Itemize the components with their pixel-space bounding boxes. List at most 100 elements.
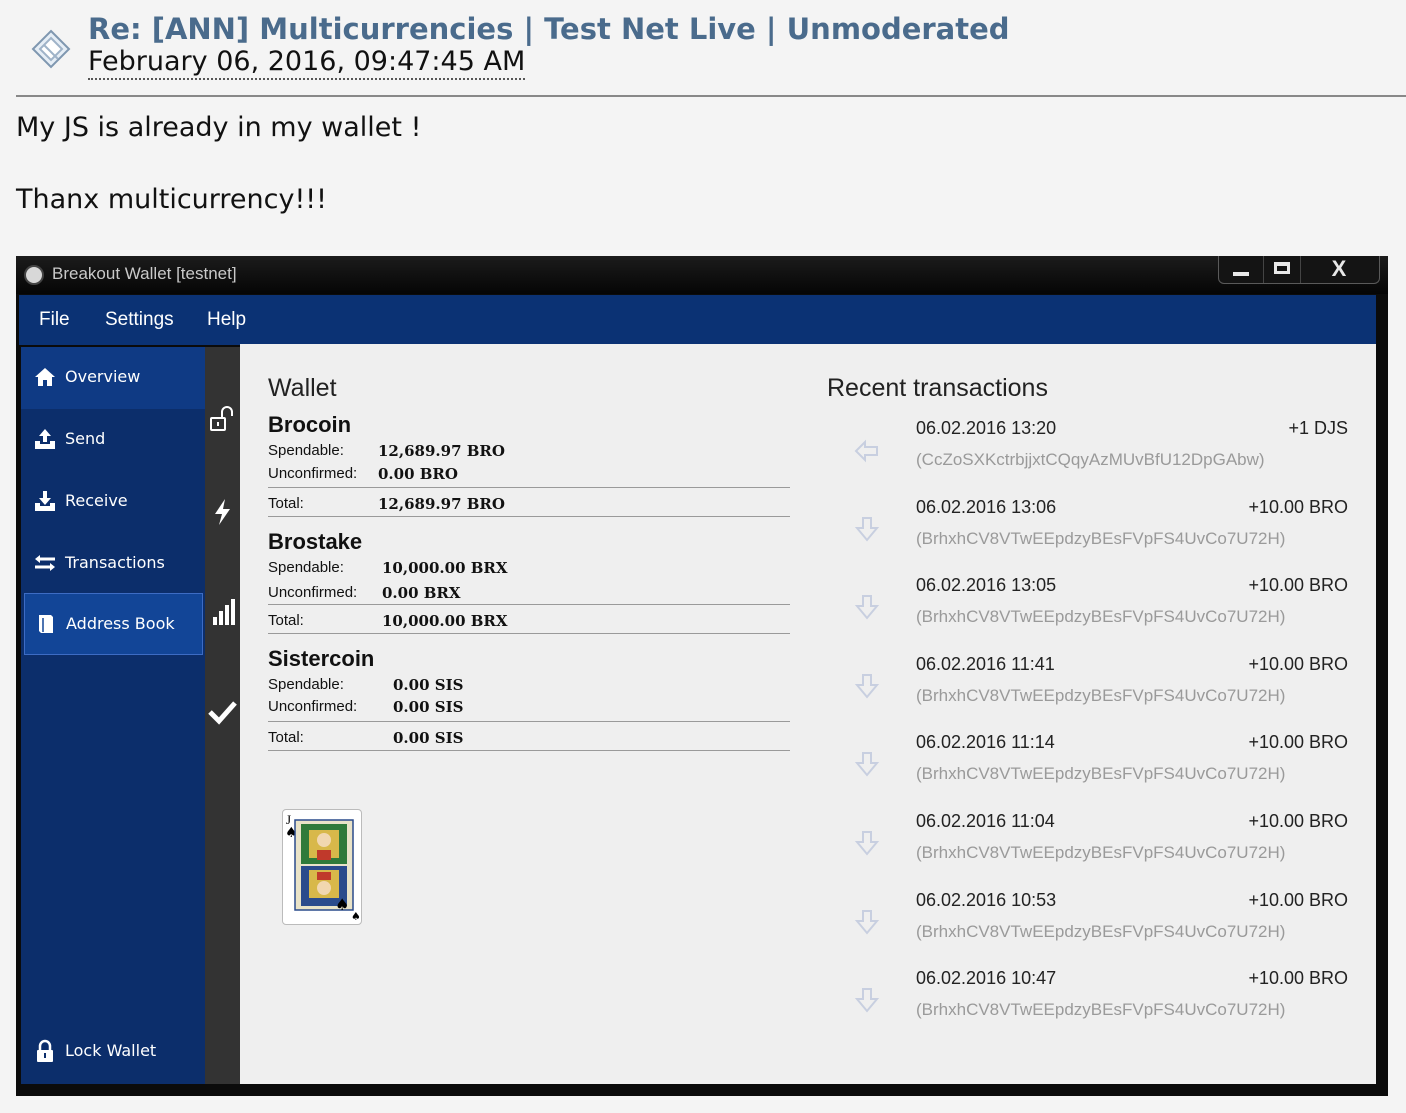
transaction-amount: +10.00 BRO (1248, 811, 1348, 831)
maximize-icon (1274, 262, 1290, 274)
coin-name: Brocoin (268, 412, 352, 437)
transaction-amount: +10.00 BRO (1248, 968, 1348, 989)
receive-arrow-icon (854, 752, 880, 777)
divider (268, 750, 790, 751)
divider (268, 721, 790, 722)
divider (268, 516, 790, 517)
post-date: February 06, 2016, 09:47:45 AM (88, 46, 526, 80)
unconfirmed-value: 0.00 BRO (378, 465, 458, 483)
total-value: 12,689.97 BRO (378, 495, 505, 513)
book-icon (39, 615, 53, 633)
receive-arrow-icon (854, 516, 880, 542)
sidebar-item-label: Lock Wallet (65, 1041, 157, 1060)
divider (268, 487, 790, 488)
transaction-address: (BrhxhCV8VTwEEpdzyBEsFVpFS4UvCo7U72H) (916, 764, 1286, 784)
menu-bar: File Settings Help (19, 295, 1376, 345)
transaction-address: (BrhxhCV8VTwEEpdzyBEsFVpFS4UvCo7U72H) (916, 607, 1286, 627)
transaction-amount: +10.00 BRO (1248, 496, 1348, 517)
sidebar-item-label: Transactions (65, 553, 165, 572)
download-icon (35, 491, 55, 511)
coin-name: Brostake (268, 529, 363, 554)
transaction-amount: +1 DJS (1288, 418, 1348, 438)
unconfirmed-value: 0.00 BRX (382, 584, 461, 602)
upload-icon (35, 429, 55, 449)
signal-bars-icon (213, 599, 235, 625)
svg-text:♠: ♠ (335, 895, 349, 914)
transaction-address: (CcZoSXKctrbjjxtCQqyAzMUvBfU12DpGAbw) (916, 450, 1265, 469)
sidebar-item-transactions[interactable]: Transactions (21, 533, 205, 595)
divider (268, 604, 790, 605)
total-label: Total: (268, 495, 304, 512)
card-art: J ♠ ♠ ♠ (285, 812, 361, 923)
spendable-value: 0.00 SIS (393, 676, 464, 694)
transaction-address: (BrhxhCV8VTwEEpdzyBEsFVpFS4UvCo7U72H) (916, 843, 1286, 862)
maximize-button[interactable] (1263, 256, 1301, 283)
total-value: 0.00 SIS (393, 729, 464, 747)
close-button[interactable]: X (1300, 256, 1378, 283)
transaction-date: 06.02.2016 11:14 (916, 732, 1055, 753)
transaction-address: (BrhxhCV8VTwEEpdzyBEsFVpFS4UvCo7U72H) (916, 528, 1286, 548)
overview-panel: Wallet Brocoin Spendable: 12,689.97 BRO … (240, 344, 1376, 1084)
unconfirmed-label: Unconfirmed: (268, 698, 358, 715)
spendable-value: 10,000.00 BRX (382, 559, 508, 577)
checkmark-icon (208, 701, 237, 725)
transaction-date: 06.02.2016 13:06 (916, 496, 1057, 517)
receive-arrow-icon (854, 831, 880, 856)
transaction-address: (BrhxhCV8VTwEEpdzyBEsFVpFS4UvCo7U72H) (916, 685, 1286, 705)
post-title[interactable]: Re: [ANN] Multicurrencies | Test Net Liv… (88, 12, 1010, 46)
transaction-date: 06.02.2016 11:41 (916, 653, 1055, 674)
receive-arrow-icon (854, 439, 878, 463)
lightning-icon (215, 499, 230, 525)
spendable-label: Spendable: (268, 676, 344, 693)
transaction-date: 06.02.2016 10:47 (916, 968, 1057, 989)
sidebar-item-label: Send (65, 429, 106, 448)
transfer-arrows-icon (35, 555, 55, 571)
sidebar-item-label: Receive (65, 491, 128, 510)
transaction-date: 06.02.2016 11:04 (916, 811, 1055, 831)
menu-help[interactable]: Help (207, 309, 246, 331)
transaction-date: 06.02.2016 13:20 (916, 418, 1057, 438)
minimize-button[interactable] (1219, 256, 1263, 283)
spendable-label: Spendable: (268, 559, 344, 576)
sidebar-item-send[interactable]: Send (21, 409, 205, 471)
transaction-date: 06.02.2016 13:05 (916, 575, 1057, 596)
jack-of-spades-card: J ♠ ♠ ♠ (282, 809, 362, 925)
menu-file[interactable]: File (39, 309, 70, 331)
receive-arrow-icon (854, 988, 880, 1013)
post-text-line: My JS is already in my wallet ! (16, 112, 422, 143)
window-title: Breakout Wallet [testnet] (52, 264, 237, 283)
menu-settings[interactable]: Settings (105, 309, 174, 331)
sidebar-item-receive[interactable]: Receive (21, 471, 205, 533)
sidebar-item-label: Overview (65, 367, 141, 386)
receive-arrow-icon (854, 673, 880, 699)
post-text-line: Thanx multicurrency!!! (16, 184, 327, 215)
recent-transactions-heading: Recent transactions (827, 374, 1048, 402)
spendable-label: Spendable: (268, 442, 344, 459)
unconfirmed-label: Unconfirmed: (268, 584, 358, 601)
wallet-heading: Wallet (268, 374, 337, 402)
status-bar (205, 347, 240, 1084)
transaction-address: (BrhxhCV8VTwEEpdzyBEsFVpFS4UvCo7U72H) (916, 921, 1286, 941)
transaction-amount: +10.00 BRO (1248, 889, 1348, 910)
total-label: Total: (268, 612, 304, 629)
unlock-icon (210, 406, 233, 431)
transaction-amount: +10.00 BRO (1248, 653, 1348, 674)
transaction-amount: +10.00 BRO (1248, 575, 1348, 596)
sidebar-item-overview[interactable]: Overview (21, 347, 205, 409)
post-icon (31, 29, 71, 69)
sidebar-item-label: Address Book (66, 614, 175, 633)
sidebar: Overview Send Receive Transactions Addre… (21, 347, 205, 1084)
total-value: 10,000.00 BRX (382, 612, 508, 630)
unconfirmed-value: 0.00 SIS (393, 698, 464, 716)
lock-wallet-button[interactable]: Lock Wallet (21, 1021, 205, 1083)
home-icon (35, 368, 55, 386)
minimize-icon (1233, 272, 1249, 276)
window-controls: X (1218, 256, 1380, 284)
post-divider (16, 95, 1406, 97)
receive-arrow-icon (854, 595, 880, 620)
sidebar-item-address-book[interactable]: Address Book (24, 593, 203, 655)
transaction-date: 06.02.2016 10:53 (916, 889, 1057, 910)
receive-arrow-icon (854, 909, 880, 935)
coin-name: Sistercoin (268, 646, 375, 671)
app-logo-icon (24, 265, 44, 285)
